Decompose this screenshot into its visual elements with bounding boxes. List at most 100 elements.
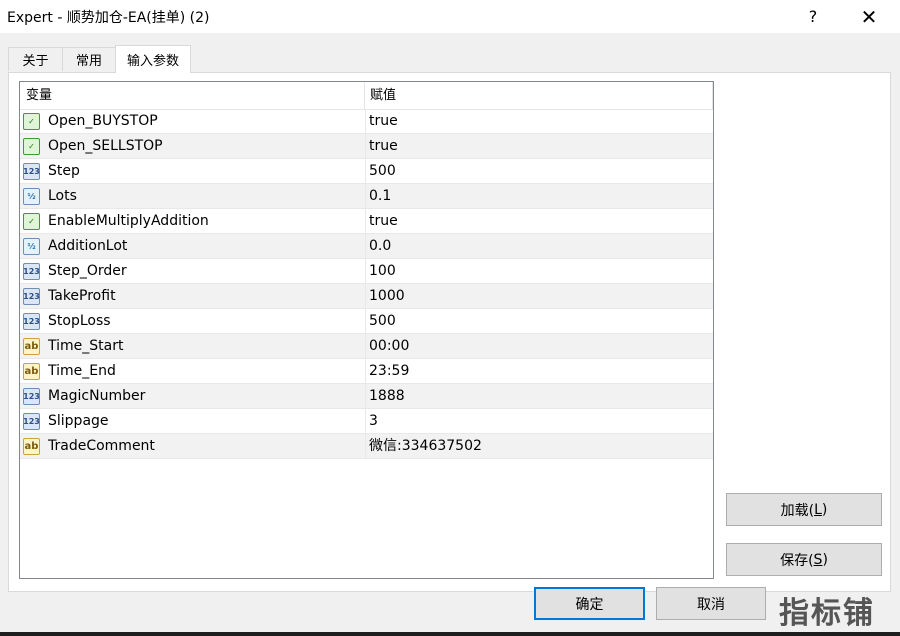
load-button[interactable]: 加载(L) [726,493,882,526]
table-row[interactable]: ½ Lots 0.1 [20,184,713,209]
column-divider [365,434,366,459]
column-header-variable[interactable]: 变量 [20,82,365,109]
column-divider [365,409,366,434]
column-header-value[interactable]: 赋值 [365,82,713,109]
parameter-value[interactable]: 500 [369,309,396,334]
table-row[interactable]: 123 MagicNumber 1888 [20,384,713,409]
window-title: Expert - 顺势加仓-EA(挂单) (2) [7,10,210,26]
int-icon: 123 [23,388,40,405]
parameter-name: MagicNumber [48,388,146,404]
parameter-value[interactable]: 微信:334637502 [369,434,482,459]
parameter-name: StopLoss [48,313,111,329]
parameter-name: Open_SELLSTOP [48,138,163,154]
close-button[interactable]: ✕ [846,0,892,33]
parameter-name: Time_Start [48,338,124,354]
tab-about[interactable]: 关于 [8,47,63,71]
column-divider [365,384,366,409]
table-row[interactable]: ✓ Open_SELLSTOP true [20,134,713,159]
table-row[interactable]: ab TradeComment 微信:334637502 [20,434,713,459]
int-icon: 123 [23,288,40,305]
parameter-name: Step [48,163,80,179]
string-icon: ab [23,363,40,380]
help-button[interactable]: ? [790,0,836,33]
parameter-value[interactable]: 1000 [369,284,405,309]
inputs-list[interactable]: 变量 赋值 ✓ Open_BUYSTOP true ✓ Open_SELLSTOP tru… [19,81,714,579]
parameter-name: Open_BUYSTOP [48,113,158,129]
bool-icon: ✓ [23,213,40,230]
row-divider [20,458,713,459]
expert-properties-dialog: Expert - 顺势加仓-EA(挂单) (2) ? ✕ 关于 常用 输入参数 … [0,0,900,632]
cancel-button[interactable]: 取消 [656,587,766,620]
load-button-label-end: ) [821,501,828,518]
load-button-label: 加载( [780,502,815,519]
parameter-name: Step_Order [48,263,127,279]
bool-icon: ✓ [23,138,40,155]
double-icon: ½ [23,188,40,205]
watermark-logo: 指标铺 [779,596,875,631]
parameter-name: Lots [48,188,77,204]
int-icon: 123 [23,163,40,180]
tab-common-label: 常用 [75,54,102,69]
column-divider [365,234,366,259]
column-divider [365,284,366,309]
table-row[interactable]: 123 Slippage 3 [20,409,713,434]
parameter-value[interactable]: 00:00 [369,334,409,359]
column-divider [365,334,366,359]
int-icon: 123 [23,413,40,430]
parameter-name: Time_End [48,363,116,379]
save-button-label: 保存( [780,552,814,569]
save-button[interactable]: 保存(S) [726,543,882,576]
parameter-value[interactable]: true [369,209,398,234]
table-row[interactable]: ab Time_End 23:59 [20,359,713,384]
string-icon: ab [23,438,40,455]
parameter-name: TradeComment [48,438,155,454]
table-row[interactable]: ½ AdditionLot 0.0 [20,234,713,259]
help-icon: ? [808,7,818,26]
load-button-hotkey: L [814,501,822,518]
int-icon: 123 [23,313,40,330]
table-row[interactable]: 123 Step 500 [20,159,713,184]
tab-inputs-label: 输入参数 [126,54,179,69]
tab-common[interactable]: 常用 [62,47,116,71]
column-divider [365,359,366,384]
ok-button-label: 确定 [575,596,604,613]
table-row[interactable]: ✓ EnableMultiplyAddition true [20,209,713,234]
tab-about-label: 关于 [22,54,49,69]
parameter-name: AdditionLot [48,238,128,254]
close-icon: ✕ [860,4,878,29]
column-divider [365,109,366,134]
parameter-value[interactable]: 1888 [369,384,405,409]
table-row[interactable]: 123 TakeProfit 1000 [20,284,713,309]
parameter-value[interactable]: 23:59 [369,359,409,384]
double-icon: ½ [23,238,40,255]
table-row[interactable]: 123 Step_Order 100 [20,259,713,284]
save-button-hotkey: S [813,551,823,568]
parameter-value[interactable]: true [369,134,398,159]
table-row[interactable]: 123 StopLoss 500 [20,309,713,334]
column-divider [365,259,366,284]
parameter-value[interactable]: 0.1 [369,184,391,209]
column-divider [365,159,366,184]
title-bar: Expert - 顺势加仓-EA(挂单) (2) ? ✕ [0,0,900,33]
int-icon: 123 [23,263,40,280]
bool-icon: ✓ [23,113,40,130]
ok-button[interactable]: 确定 [534,587,645,620]
taskbar-edge [0,632,900,636]
string-icon: ab [23,338,40,355]
cancel-button-label: 取消 [697,596,725,613]
table-row[interactable]: ab Time_Start 00:00 [20,334,713,359]
parameter-value[interactable]: 500 [369,159,396,184]
parameter-value[interactable]: 100 [369,259,396,284]
tab-inputs[interactable]: 输入参数 [115,45,191,73]
parameter-value[interactable]: 3 [369,409,378,434]
parameter-value[interactable]: true [369,109,398,134]
table-row[interactable]: ✓ Open_BUYSTOP true [20,109,713,134]
column-divider [365,309,366,334]
list-header: 变量 赋值 [20,82,713,110]
parameter-name: Slippage [48,413,109,429]
save-button-label-end: ) [822,551,828,568]
column-divider [365,209,366,234]
parameter-value[interactable]: 0.0 [369,234,391,259]
parameter-name: TakeProfit [48,288,116,304]
column-divider [365,184,366,209]
